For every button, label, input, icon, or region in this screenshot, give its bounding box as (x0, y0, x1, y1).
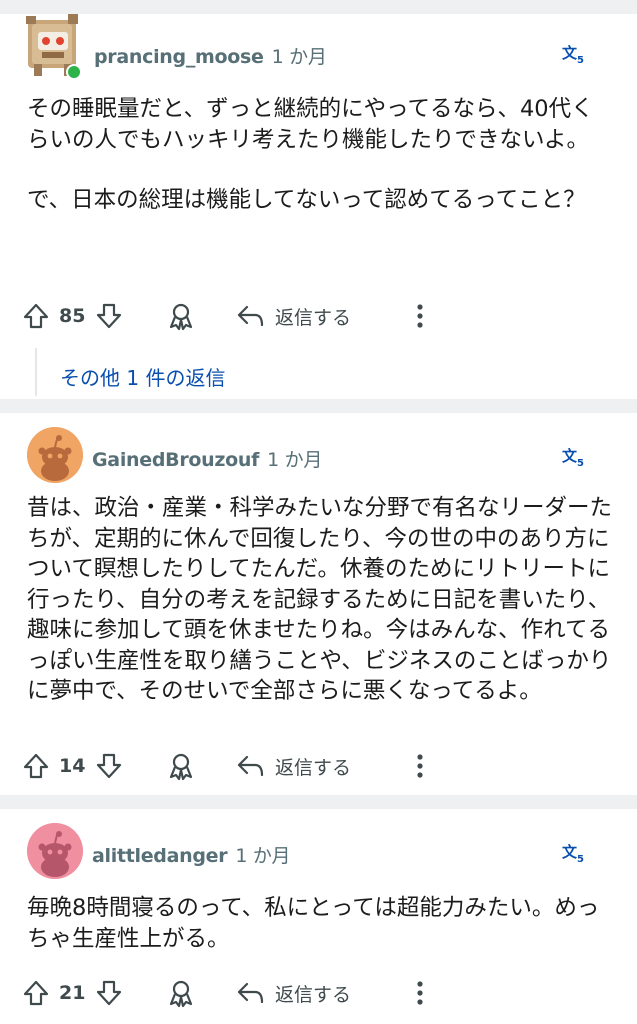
reply-icon (237, 755, 264, 777)
award-icon (169, 303, 193, 331)
reply-button[interactable]: 返信する (235, 296, 351, 336)
thread-line (35, 348, 37, 396)
more-icon (417, 981, 423, 1005)
upvote-icon[interactable] (22, 302, 50, 330)
translate-icon[interactable]: 文 5 (560, 445, 588, 469)
upvote-icon[interactable] (22, 752, 50, 780)
more-replies-label: その他 1 件の返信 (60, 366, 226, 390)
svg-text:5: 5 (577, 854, 584, 865)
comment-time: 1 か月 (235, 845, 291, 867)
comment: GainedBrouzouf 1 か月 文 5 昔は、政治・産業・科学みたいな分野… (0, 413, 637, 795)
comment-paragraph: 毎晩8時間寝るのって、私にとっては超能力みたい。めっちゃ生産性上がる。 (27, 895, 600, 952)
avatar[interactable] (27, 823, 83, 879)
svg-text:5: 5 (577, 55, 584, 66)
vote-count: 21 (59, 982, 86, 1004)
comment: alittledanger 1 か月 文 5 毎晩8時間寝るのって、私にとっては超… (0, 809, 637, 1024)
award-icon (169, 753, 193, 781)
username[interactable]: alittledanger 1 か月 (92, 841, 291, 868)
downvote-icon[interactable] (95, 752, 123, 780)
translate-icon[interactable]: 文 5 (560, 841, 588, 865)
comment-body: 毎晩8時間寝るのって、私にとっては超能力みたい。めっちゃ生産性上がる。 (27, 893, 612, 954)
award-button[interactable] (166, 296, 196, 336)
reply-label: 返信する (275, 983, 352, 1006)
comment-time: 1 か月 (267, 449, 323, 471)
award-button[interactable] (166, 746, 196, 786)
comment-body: その睡眠量だと、ずっと継続的にやってるなら、40代くらいの人でもハッキリ考えたり… (27, 94, 612, 216)
comment-header: alittledanger 1 か月 文 5 (0, 809, 637, 879)
more-options-button[interactable] (410, 296, 430, 336)
more-options-button[interactable] (410, 973, 430, 1013)
comment-time: 1 か月 (271, 46, 327, 68)
avatar[interactable] (24, 14, 82, 80)
reply-button[interactable]: 返信する (235, 973, 351, 1013)
svg-text:文: 文 (562, 447, 578, 465)
more-icon (417, 304, 423, 328)
reply-label: 返信する (275, 756, 352, 779)
separator (0, 399, 637, 413)
vote-count: 14 (59, 755, 86, 777)
snoo-avatar-icon (27, 427, 83, 483)
svg-text:5: 5 (577, 458, 584, 469)
svg-text:文: 文 (562, 44, 578, 62)
more-replies-link[interactable]: その他 1 件の返信 (60, 362, 225, 391)
upvote-icon[interactable] (22, 979, 50, 1007)
downvote-icon[interactable] (95, 302, 123, 330)
svg-text:文: 文 (562, 843, 578, 861)
more-options-button[interactable] (410, 746, 430, 786)
vote-group: 21 (22, 973, 123, 1013)
comment-actions: 21 返信する (0, 973, 637, 1013)
more-icon (417, 754, 423, 778)
username-label: GainedBrouzouf (92, 449, 260, 471)
comment-paragraph: その睡眠量だと、ずっと継続的にやってるなら、40代くらいの人でもハッキリ考えたり… (27, 96, 594, 153)
reply-icon (237, 305, 264, 327)
comment-paragraph: 昔は、政治・産業・科学みたいな分野で有名なリーダーたちが、定期的に休んで回復した… (27, 495, 613, 704)
comment-actions: 14 返信する (0, 746, 637, 786)
translate-icon[interactable]: 文 5 (560, 42, 588, 66)
comment-paragraph: で、日本の総理は機能してないって認めてるってこと？ (27, 187, 586, 213)
comment-body: 昔は、政治・産業・科学みたいな分野で有名なリーダーたちが、定期的に休んで回復した… (27, 493, 612, 707)
snoo-avatar-icon (27, 823, 83, 879)
reply-icon (237, 982, 264, 1004)
reply-button[interactable]: 返信する (235, 746, 351, 786)
vote-group: 85 (22, 296, 123, 336)
award-button[interactable] (166, 973, 196, 1013)
username-label: alittledanger (92, 845, 228, 867)
vote-count: 85 (59, 305, 86, 327)
comment-actions: 85 返信する (0, 296, 637, 336)
online-indicator (68, 66, 80, 78)
comment: prancing_moose 1 か月 文 5 その睡眠量だと、ずっと継続的にやっ… (0, 14, 637, 399)
separator (0, 795, 637, 809)
vote-group: 14 (22, 746, 123, 786)
robot-avatar-icon (26, 14, 82, 80)
award-icon (169, 980, 193, 1008)
separator (0, 0, 637, 14)
downvote-icon[interactable] (95, 979, 123, 1007)
comment-header: prancing_moose 1 か月 文 5 (0, 14, 637, 80)
avatar[interactable] (27, 427, 83, 483)
username[interactable]: GainedBrouzouf 1 か月 (92, 445, 322, 472)
username[interactable]: prancing_moose 1 か月 (94, 42, 327, 69)
comment-header: GainedBrouzouf 1 か月 文 5 (0, 413, 637, 483)
username-label: prancing_moose (94, 46, 264, 68)
reply-label: 返信する (275, 306, 352, 329)
